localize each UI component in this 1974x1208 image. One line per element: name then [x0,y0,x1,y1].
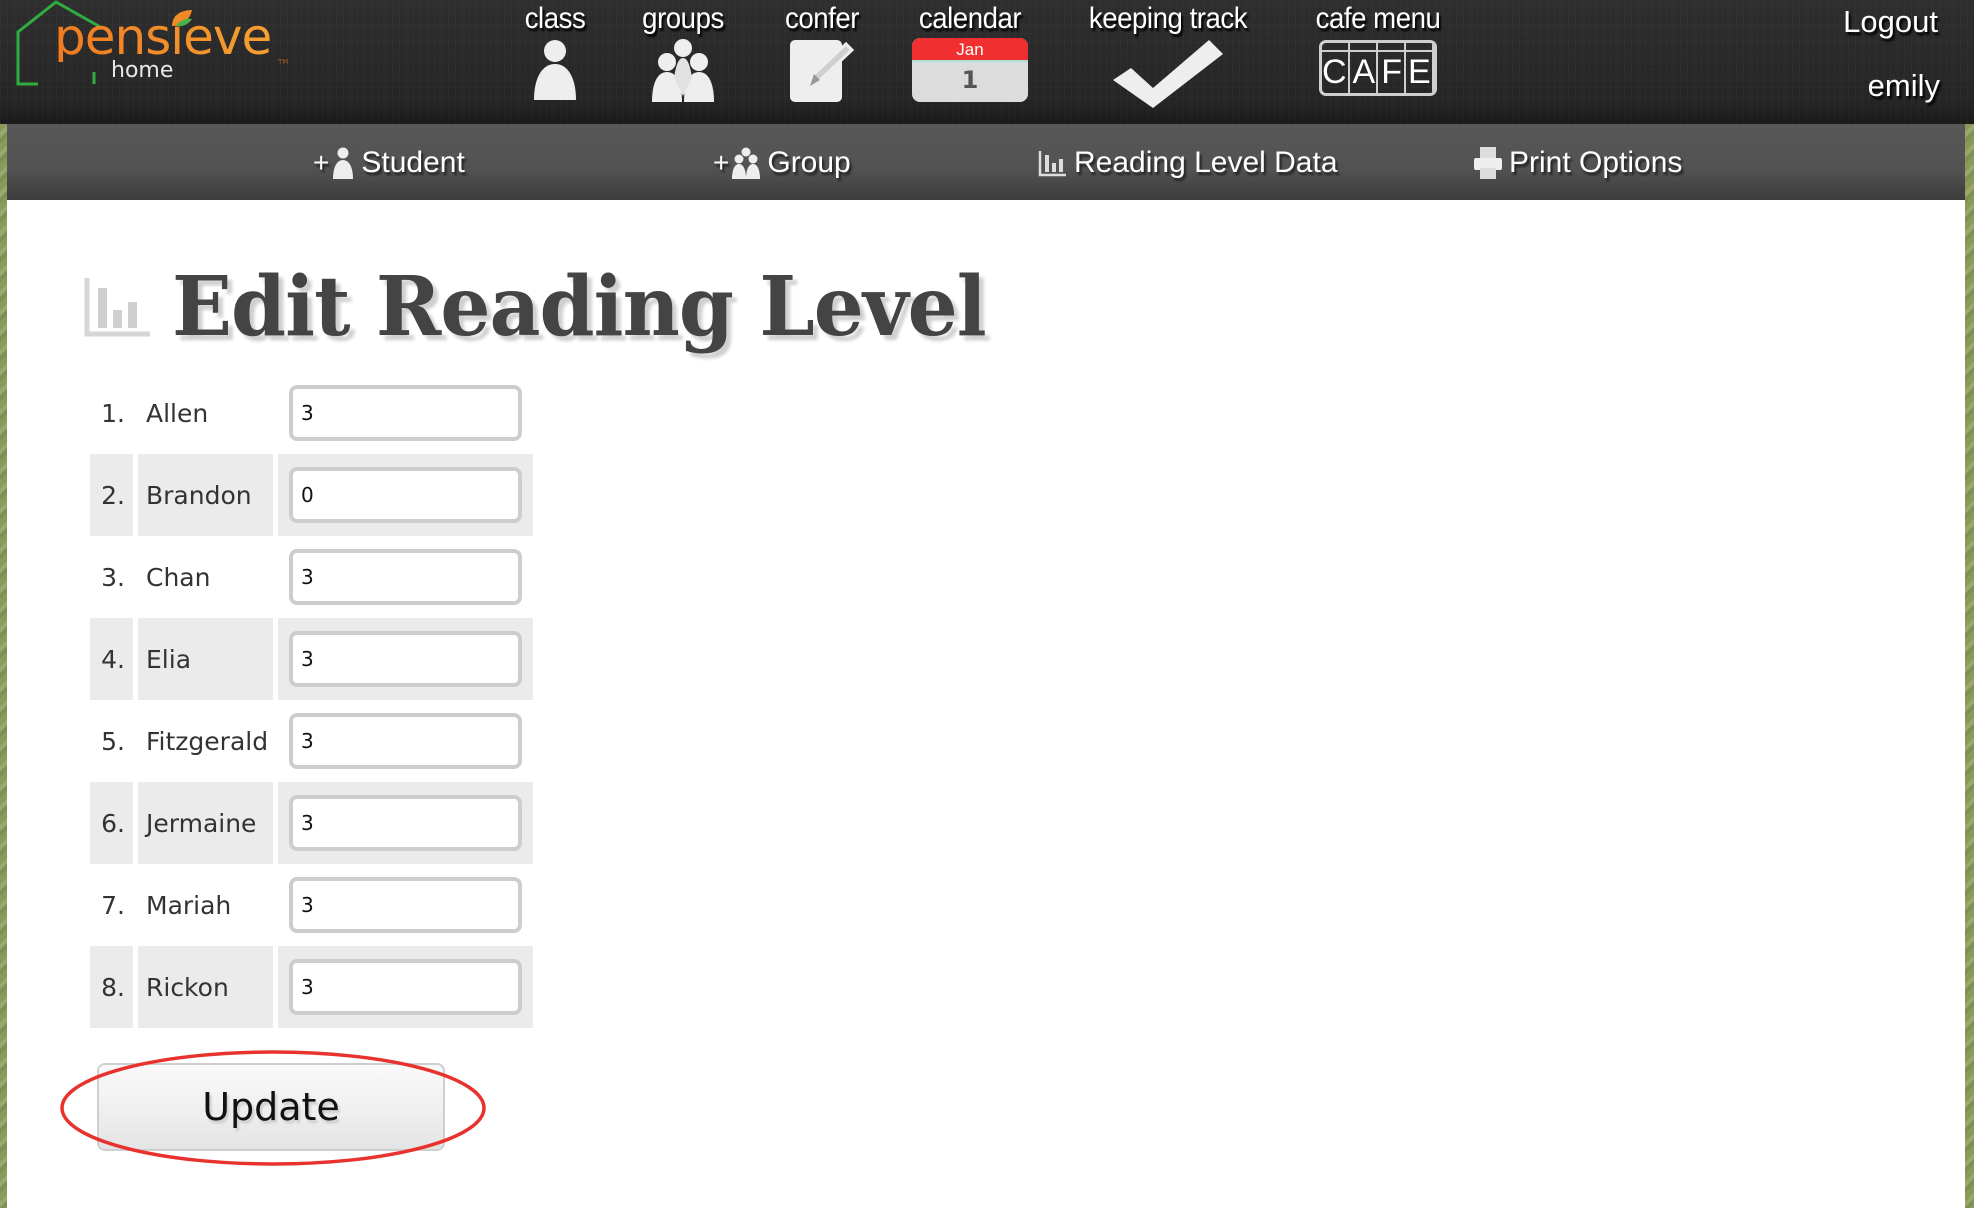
student-row: 8. Rickon [90,946,533,1028]
student-row: 5. Fitzgerald [90,700,533,782]
nav-groups[interactable]: groups [620,0,746,124]
nav-groups-label: groups [642,2,724,35]
top-header: pensieve home TM class groups confer cal… [0,0,1974,124]
print-options-link[interactable]: Print Options [1467,142,1682,184]
username-label: emily [1867,68,1940,103]
student-name: Chan [146,562,211,592]
add-group-button[interactable]: + Group [713,142,851,184]
reading-level-input[interactable] [289,385,522,441]
student-name: Jermaine [138,782,273,864]
student-name: Mariah [146,890,232,920]
level-cell [278,372,533,454]
reading-level-table: 1. Allen 2.Brandon 3. Chan 4.Elia 5. Fitzgerald… [85,372,538,1028]
row-number: 8. [90,946,133,1028]
person-icon [534,40,576,100]
nav-keeping-track-label: keeping track [1088,2,1248,35]
logout-link[interactable]: Logout [1843,4,1938,40]
row-number: 6. [90,782,133,864]
nav-confer[interactable]: confer [762,0,882,124]
nav-class[interactable]: class [505,0,605,124]
plus-sign: + [713,147,730,178]
reading-level-data-label: Reading Level Data [1074,146,1338,179]
row-number: 7. [101,890,125,920]
sub-nav: + Student + Group Reading Level Data Pri… [7,124,1965,200]
add-student-icon [333,147,354,179]
row-number: 5. [101,726,125,756]
page-border-right [1965,124,1974,1208]
row-number: 1. [101,398,125,428]
cafe-sign-text: CAFE [1322,52,1437,93]
logo-trademark: TM [278,58,289,66]
student-row: 3. Chan [90,536,533,618]
student-name: Rickon [138,946,273,1028]
student-row: 2. Brandon [90,454,533,536]
group-icon [652,39,714,102]
student-row: 7. Mariah [90,864,533,946]
print-options-label: Print Options [1509,146,1683,179]
pensieve-home-logo[interactable]: pensieve home TM [14,0,288,90]
page-title: Edit Reading Level [172,259,987,355]
reading-level-input[interactable] [289,467,522,523]
notepad-pencil-icon [790,40,855,102]
add-student-label: Student [361,146,465,179]
logo-brand-text: pensieve [54,8,272,66]
level-cell [278,618,533,700]
calendar-month: Jan [912,38,1028,62]
level-cell [278,700,533,782]
reading-level-input[interactable] [289,549,522,605]
student-name: Brandon [138,454,273,536]
add-student-button[interactable]: + Student [313,142,465,184]
student-name: Fitzgerald [146,726,269,756]
nav-cafe-menu-label: cafe menu [1315,2,1441,35]
student-row: 6. Jermaine [90,782,533,864]
reading-level-input[interactable] [289,877,522,933]
student-row: 1. Allen [90,372,533,454]
calendar-day: 1 [961,66,979,94]
nav-cafe-menu[interactable]: cafe menu CAFE [1296,0,1460,124]
nav-calendar[interactable]: calendar Jan 1 [905,0,1035,124]
reading-level-input[interactable] [289,713,522,769]
nav-confer-label: confer [785,2,859,35]
add-group-icon [732,147,761,179]
nav-class-label: class [524,2,586,35]
level-cell [278,864,533,946]
row-number: 3. [101,562,125,592]
bar-chart-icon [1038,151,1066,177]
student-name: Allen [146,398,209,428]
nav-keeping-track[interactable]: keeping track [1070,0,1266,124]
reading-level-input[interactable] [289,795,522,851]
page-header: Edit Reading Level [84,262,1020,352]
student-row: 4. Elia [90,618,533,700]
cafe-sign-icon: CAFE [1319,40,1437,96]
reading-level-input[interactable] [289,631,522,687]
level-cell [278,946,533,1028]
nav-calendar-label: calendar [918,2,1022,35]
level-cell [278,782,533,864]
reading-level-input[interactable] [289,959,522,1015]
reading-level-data-link[interactable]: Reading Level Data [1032,142,1338,184]
page-border-left [0,124,7,1208]
plus-sign: + [313,147,330,178]
bar-chart-icon [84,278,150,337]
logo-home-text: home [111,58,174,83]
checkmark-icon [1113,40,1223,108]
calendar-icon: Jan 1 [912,38,1028,102]
row-number: 2. [90,454,133,536]
level-cell [278,454,533,536]
add-group-label: Group [767,146,851,179]
update-button[interactable]: Update [97,1063,445,1151]
level-cell [278,536,533,618]
student-name: Elia [138,618,273,700]
printer-icon [1474,147,1502,179]
row-number: 4. [90,618,133,700]
